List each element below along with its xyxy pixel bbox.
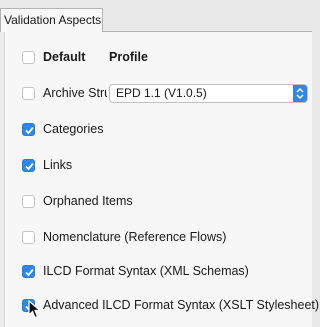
profile-column-header: Profile — [109, 50, 148, 64]
validation-aspects-panel — [0, 31, 312, 327]
orphaned-items-checkbox[interactable] — [22, 195, 35, 208]
profile-select-value: EPD 1.1 (V1.0.5) — [116, 86, 207, 100]
default-select-all-checkbox[interactable] — [22, 51, 35, 64]
archive-structure-checkbox[interactable] — [22, 87, 35, 100]
links-label: Links — [43, 158, 73, 172]
nomenclature-checkbox[interactable] — [22, 231, 35, 244]
checkmark-icon — [25, 126, 34, 135]
links-checkbox[interactable] — [22, 159, 35, 172]
mouse-cursor-icon — [28, 300, 42, 319]
header-row: Default Profile — [0, 48, 312, 68]
tab-strip: Validation Aspects — [0, 0, 312, 32]
profile-select[interactable]: EPD 1.1 (V1.0.5) — [109, 84, 308, 103]
categories-label: Categories — [43, 122, 104, 136]
advanced-ilcd-format-syntax-label: Advanced ILCD Format Syntax (XSLT Styles… — [43, 298, 320, 312]
list-item-ilcd-format-syntax[interactable]: ILCD Format Syntax (XML Schemas) — [0, 262, 312, 282]
nomenclature-label: Nomenclature (Reference Flows) — [43, 230, 227, 244]
categories-checkbox[interactable] — [22, 123, 35, 136]
default-column-header: Default — [43, 50, 86, 64]
panel-left-edge — [0, 31, 5, 327]
ilcd-format-syntax-checkbox[interactable] — [22, 265, 35, 278]
orphaned-items-label: Orphaned Items — [43, 194, 133, 208]
stepper-arrows-icon[interactable] — [293, 85, 307, 102]
ilcd-format-syntax-label: ILCD Format Syntax (XML Schemas) — [43, 264, 249, 278]
list-item-nomenclature[interactable]: Nomenclature (Reference Flows) — [0, 228, 312, 248]
list-item-advanced-ilcd-format-syntax[interactable]: Advanced ILCD Format Syntax (XSLT Styles… — [0, 296, 319, 316]
checkmark-icon — [25, 162, 34, 171]
list-item-archive-structure[interactable]: Archive Structure EPD 1.1 (V1.0.5) — [0, 84, 312, 104]
list-item-links[interactable]: Links — [0, 156, 312, 176]
list-item-categories[interactable]: Categories — [0, 120, 312, 140]
tab-validation-aspects[interactable]: Validation Aspects — [0, 8, 103, 32]
list-item-orphaned-items[interactable]: Orphaned Items — [0, 192, 312, 212]
archive-structure-label: Archive Structure — [43, 86, 107, 100]
checkmark-icon — [25, 268, 34, 277]
